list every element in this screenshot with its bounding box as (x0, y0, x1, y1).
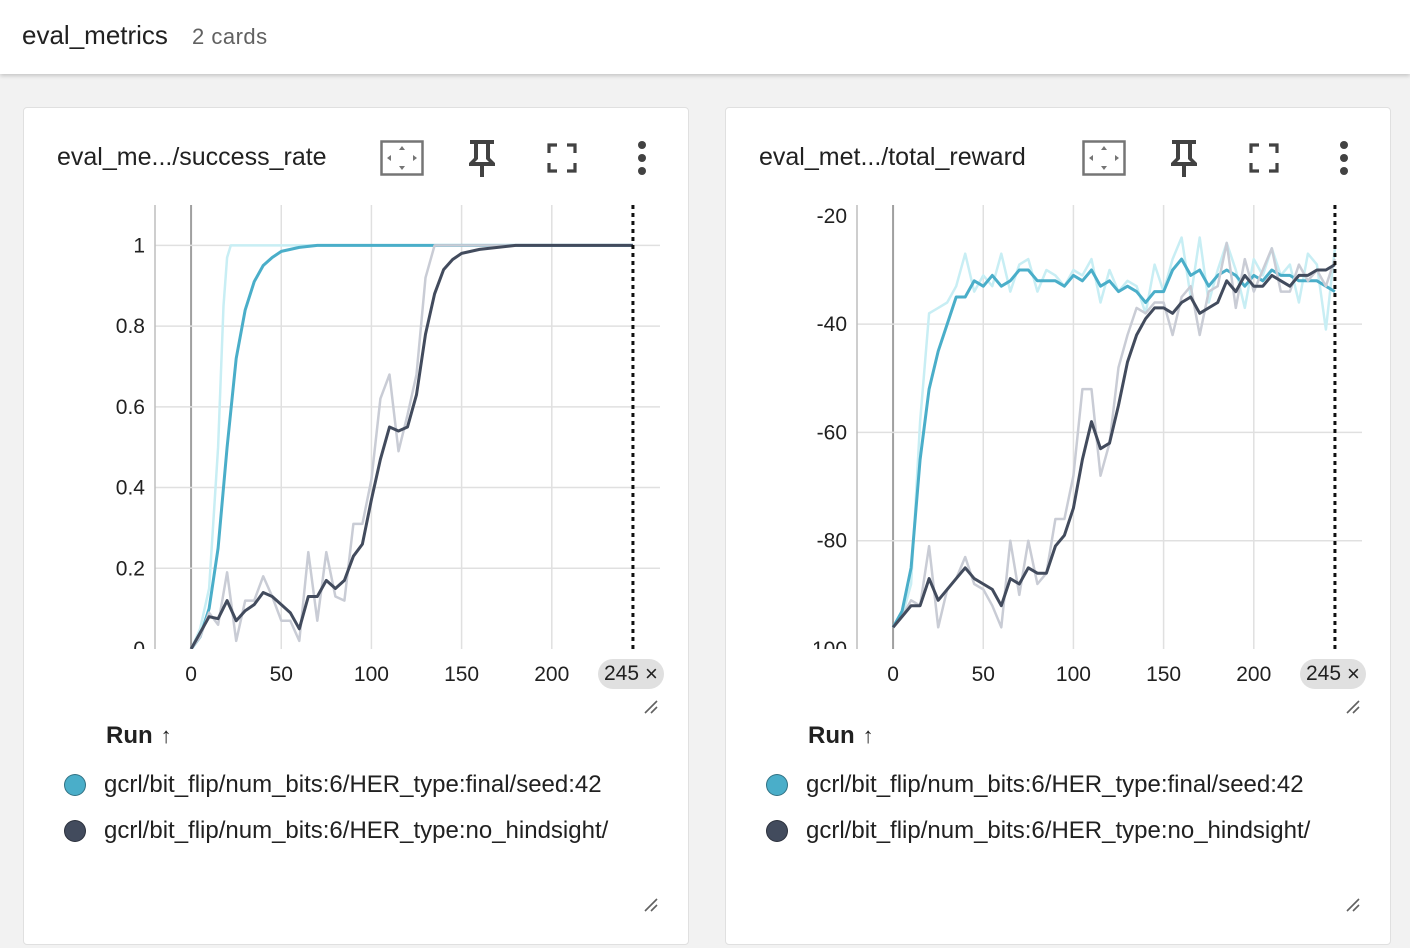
close-icon[interactable]: × (1347, 661, 1360, 687)
x-tick-label: 100 (354, 663, 389, 686)
x-tick-label: 50 (972, 663, 995, 686)
y-tick-label: 1 (133, 234, 145, 257)
run-row[interactable]: gcrl/bit_flip/num_bits:6/HER_type:final/… (64, 768, 602, 802)
y-tick-label-cutoff-top: -20 (817, 205, 847, 228)
series-line-nohind-raw (190, 244, 633, 649)
resize-handle-icon[interactable] (642, 698, 658, 714)
y-tick-label: -60 (817, 421, 847, 444)
group-title: eval_metrics (22, 20, 168, 50)
run-row[interactable]: gcrl/bit_flip/num_bits:6/HER_type:final/… (766, 768, 1304, 802)
run-row[interactable]: gcrl/bit_flip/num_bits:6/HER_type:no_hin… (766, 814, 1310, 848)
series-line-nohind-raw (892, 241, 1337, 629)
y-tick-label: -80 (817, 530, 847, 553)
scalar-card-total-reward: eval_met.../total_reward -80 -60 -40 -20 -10… (725, 107, 1391, 945)
run-column-header[interactable]: Run ↑ (808, 722, 874, 750)
x-tick-label: 150 (1146, 663, 1181, 686)
y-tick-label: -40 (817, 313, 847, 336)
x-tick-label: 200 (534, 663, 569, 686)
run-name: gcrl/bit_flip/num_bits:6/HER_type:final/… (806, 771, 1304, 798)
close-icon[interactable]: × (645, 661, 658, 687)
x-tick-label: 100 (1056, 663, 1091, 686)
run-color-dot[interactable] (64, 820, 86, 842)
step-chip-label: 245 (1306, 662, 1342, 685)
y-tick-cutoff-top-group: -20 (817, 205, 847, 228)
y-tick-label: 0.4 (116, 477, 146, 500)
scalar-card-success-rate: eval_me.../success_rate 0.2 0.4 0.6 0.8 1 0 0 5… (23, 107, 689, 945)
series-line-nohind-smooth (891, 263, 1336, 629)
line-chart-success-rate[interactable]: 0.20.40.60.8100 50 100 150 200 (24, 108, 690, 708)
y-tick-label: 0.2 (116, 557, 145, 580)
card-group-header: eval_metrics 2 cards (0, 0, 1410, 74)
group-card-count: 2 cards (192, 24, 268, 49)
resize-handle-icon[interactable] (1344, 698, 1360, 714)
x-tick-label: 50 (270, 663, 293, 686)
y-tick-label: 0.6 (116, 396, 145, 419)
run-column-header[interactable]: Run ↑ (106, 722, 172, 750)
resize-handle-icon[interactable] (642, 896, 658, 912)
run-name: gcrl/bit_flip/num_bits:6/HER_type:no_hin… (104, 817, 609, 844)
y-tick-label-cutoff: 0 (133, 638, 145, 661)
y-tick-label: 0.8 (116, 315, 145, 338)
line-chart-total-reward[interactable]: -80 -60 -40 -20 -100 0 50 100 150 200 (726, 108, 1392, 708)
run-color-dot[interactable] (766, 820, 788, 842)
run-name: gcrl/bit_flip/num_bits:6/HER_type:final/… (104, 771, 602, 798)
step-selector-chip[interactable]: 245 × (1300, 659, 1366, 689)
y-tick-cutoff-bottom-group: -100 (805, 638, 847, 661)
x-tick-label: 0 (185, 663, 197, 686)
step-chip-label: 245 (604, 662, 640, 685)
series-group (189, 243, 633, 649)
y-tick-cutoff-group: 0 (133, 638, 145, 661)
step-selector-chip[interactable]: 245 × (598, 659, 664, 689)
x-tick-label: 0 (887, 663, 899, 686)
run-color-dot[interactable] (64, 774, 86, 796)
run-name: gcrl/bit_flip/num_bits:6/HER_type:no_hin… (806, 817, 1311, 844)
sort-arrow-icon: ↑ (160, 723, 172, 748)
run-row[interactable]: gcrl/bit_flip/num_bits:6/HER_type:no_hin… (64, 814, 608, 848)
run-header-label: Run (106, 722, 153, 749)
y-tick-label-cutoff-bottom: -100 (805, 638, 847, 661)
run-color-dot[interactable] (766, 774, 788, 796)
sort-arrow-icon: ↑ (862, 723, 874, 748)
x-tick-label: 150 (444, 663, 479, 686)
x-tick-label: 200 (1236, 663, 1271, 686)
run-header-label: Run (808, 722, 855, 749)
resize-handle-icon[interactable] (1344, 896, 1360, 912)
